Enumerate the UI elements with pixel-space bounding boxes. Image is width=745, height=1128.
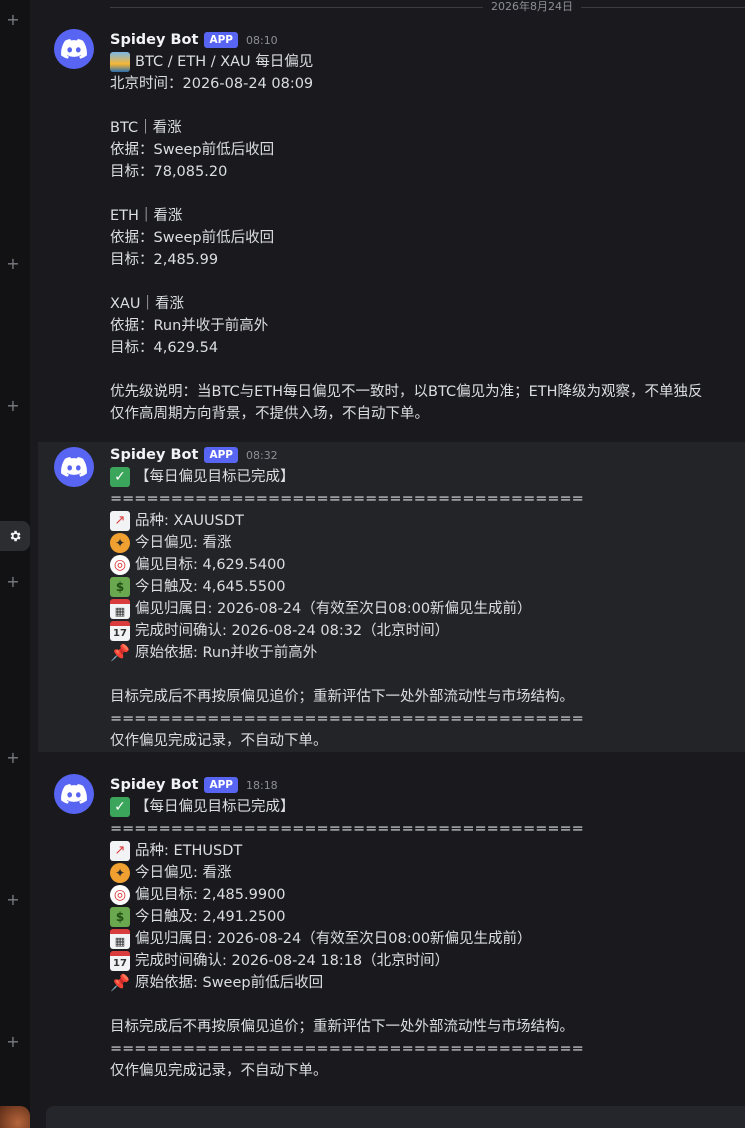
compass-icon: ✦: [110, 533, 130, 553]
confirm-time: 17 完成时间确认: 2026-08-24 18:18（北京时间）: [110, 950, 745, 972]
after-note: 目标完成后不再按原偏见追价；重新评估下一处外部流动性与市场结构。: [110, 689, 574, 705]
direct-hit-icon: ◎: [110, 555, 130, 575]
message-timestamp[interactable]: 18:18: [246, 779, 278, 792]
eth-target: 目标：2,485.99: [110, 252, 219, 268]
settings-gear-icon[interactable]: [0, 521, 30, 551]
xau-target: 目标：4,629.54: [110, 340, 219, 356]
bot-avatar[interactable]: [54, 774, 94, 814]
separator: =======================================: [110, 711, 584, 727]
disclaimer: 仅作高周期方向背景，不提供入场，不自动下单。: [110, 406, 429, 422]
white-check-mark-icon: ✓: [110, 467, 130, 487]
add-server-icon[interactable]: +: [0, 574, 26, 590]
discord-logo-icon: [61, 39, 87, 59]
footer-note: 仅作偏见完成记录，不自动下单。: [110, 733, 328, 749]
bias-target: ◎ 偏见目标: 2,485.9900: [110, 884, 745, 906]
separator: =======================================: [110, 1041, 584, 1057]
chart-increasing-icon: ↗: [110, 841, 130, 861]
discord-logo-icon: [61, 784, 87, 804]
bot-avatar[interactable]: [54, 29, 94, 69]
basis: 📌 原始依据: Sweep前低后收回: [110, 973, 324, 992]
bot-name[interactable]: Spidey Bot: [110, 32, 198, 48]
basis: 📌 原始依据: Run并收于前高外: [110, 643, 318, 662]
discord-window: + + + + + + + 2026年8月24日 Spidey Bot APP …: [0, 0, 745, 1128]
separator: =======================================: [110, 491, 584, 507]
message-title: ✓ 【每日偏见目标已完成】: [110, 466, 745, 488]
message[interactable]: Spidey Bot APP 08:32 ✓ 【每日偏见目标已完成】 ======…: [38, 442, 745, 752]
dollar-banknote-icon: $: [110, 577, 130, 597]
bot-name[interactable]: Spidey Bot: [110, 447, 198, 463]
touched: $ 今日触及: 2,491.2500: [110, 906, 745, 928]
compass-icon: ✦: [110, 863, 130, 883]
message[interactable]: Spidey Bot APP 18:18 ✓ 【每日偏见目标已完成】 ======…: [38, 774, 745, 1084]
beijing-time: 北京时间：2026-08-24 08:09: [110, 76, 314, 92]
btc-bias: BTC｜看涨: [110, 120, 182, 136]
date-divider-line: [110, 7, 745, 8]
bias: ✦ 今日偏见: 看涨: [110, 532, 745, 554]
add-server-icon[interactable]: +: [0, 892, 26, 908]
bias-date: ▦ 偏见归属日: 2026-08-24（有效至次日08:00新偏见生成前）: [110, 598, 745, 620]
priority-note: 优先级说明：当BTC与ETH每日偏见不一致时，以BTC偏见为准；ETH降级为观察…: [110, 384, 703, 400]
sunrise-icon: [110, 52, 130, 72]
direct-hit-icon: ◎: [110, 885, 130, 905]
bot-avatar[interactable]: [54, 447, 94, 487]
message-title: BTC / ETH / XAU 每日偏见: [110, 51, 745, 73]
add-server-icon[interactable]: +: [0, 256, 26, 272]
calendar-17-icon: 17: [110, 951, 130, 971]
calendar-icon: ▦: [110, 929, 130, 949]
btc-target: 目标：78,085.20: [110, 164, 228, 180]
app-badge: APP: [204, 32, 238, 48]
bias-date: ▦ 偏见归属日: 2026-08-24（有效至次日08:00新偏见生成前）: [110, 928, 745, 950]
add-server-icon[interactable]: +: [0, 398, 26, 414]
calendar-17-icon: 17: [110, 621, 130, 641]
add-server-icon[interactable]: +: [0, 1034, 26, 1050]
btc-basis: 依据：Sweep前低后收回: [110, 142, 275, 158]
date-divider: 2026年8月24日: [483, 0, 581, 14]
white-check-mark-icon: ✓: [110, 797, 130, 817]
pushpin-icon: 📌: [110, 643, 130, 662]
app-badge: APP: [204, 777, 238, 793]
dollar-banknote-icon: $: [110, 907, 130, 927]
message-input[interactable]: [46, 1106, 745, 1128]
confirm-time: 17 完成时间确认: 2026-08-24 08:32（北京时间）: [110, 620, 745, 642]
separator: =======================================: [110, 821, 584, 837]
after-note: 目标完成后不再按原偏见追价；重新评估下一处外部流动性与市场结构。: [110, 1019, 574, 1035]
message-title: ✓ 【每日偏见目标已完成】: [110, 796, 745, 818]
add-server-icon[interactable]: +: [0, 750, 26, 766]
add-server-icon[interactable]: +: [0, 12, 26, 28]
chat-pane: 2026年8月24日 Spidey Bot APP 08:10 BTC / ET…: [38, 0, 745, 1128]
message[interactable]: Spidey Bot APP 08:10 BTC / ETH / XAU 每日偏…: [38, 29, 745, 439]
chart-increasing-icon: ↗: [110, 511, 130, 531]
symbol: ↗ 品种: XAUUSDT: [110, 510, 745, 532]
bias: ✦ 今日偏见: 看涨: [110, 862, 745, 884]
server-rail: + + + + + + +: [0, 0, 30, 1128]
calendar-icon: ▦: [110, 599, 130, 619]
touched: $ 今日触及: 4,645.5500: [110, 576, 745, 598]
symbol: ↗ 品种: ETHUSDT: [110, 840, 745, 862]
discord-logo-icon: [61, 457, 87, 477]
app-badge: APP: [204, 447, 238, 463]
eth-bias: ETH｜看涨: [110, 208, 183, 224]
user-avatar[interactable]: [0, 1106, 30, 1128]
bias-target: ◎ 偏见目标: 4,629.5400: [110, 554, 745, 576]
footer-note: 仅作偏见完成记录，不自动下单。: [110, 1063, 328, 1079]
bot-name[interactable]: Spidey Bot: [110, 777, 198, 793]
message-timestamp[interactable]: 08:32: [246, 449, 278, 462]
xau-basis: 依据：Run并收于前高外: [110, 318, 269, 334]
pushpin-icon: 📌: [110, 973, 130, 992]
eth-basis: 依据：Sweep前低后收回: [110, 230, 275, 246]
xau-bias: XAU｜看涨: [110, 296, 184, 312]
message-timestamp[interactable]: 08:10: [246, 34, 278, 47]
